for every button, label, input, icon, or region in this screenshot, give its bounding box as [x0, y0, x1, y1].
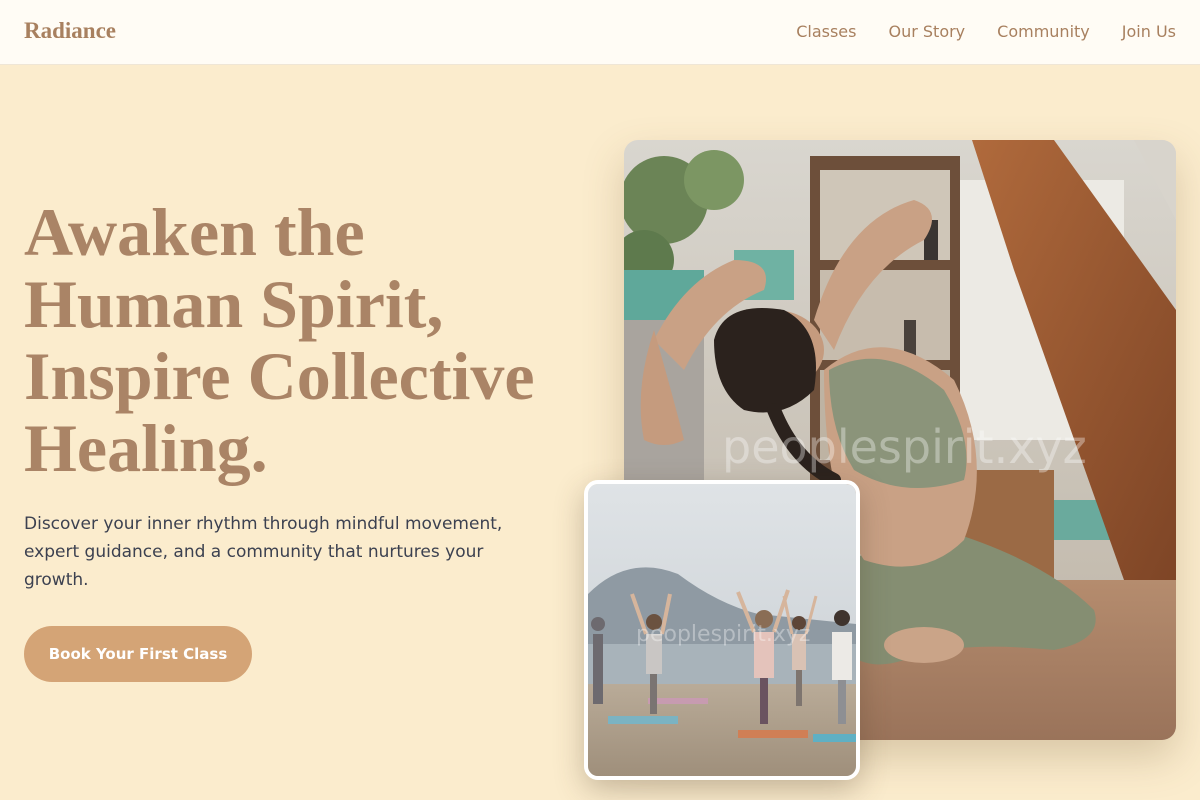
hero-title-line: Awaken the: [24, 194, 365, 270]
brand-logo[interactable]: Radiance: [24, 18, 116, 44]
hero-description: Discover your inner rhythm through mindf…: [24, 514, 503, 590]
nav-link-community[interactable]: Community: [997, 22, 1090, 41]
hero-photo-beach-group: peoplespirit.xyz: [584, 480, 860, 780]
beach-group-yoga-image: [588, 484, 856, 776]
hero-title-line: Human Spirit,: [24, 266, 444, 342]
nav-link-classes[interactable]: Classes: [796, 22, 856, 41]
nav-link-join-us[interactable]: Join Us: [1122, 22, 1176, 41]
nav-link-our-story[interactable]: Our Story: [888, 22, 965, 41]
main-nav: Classes Our Story Community Join Us: [796, 22, 1176, 41]
hero-title-line: Healing.: [24, 410, 268, 486]
hero-title-line: Inspire Collective: [24, 338, 535, 414]
top-navbar: Radiance Classes Our Story Community Joi…: [0, 0, 1200, 65]
book-first-class-button[interactable]: Book Your First Class: [24, 626, 252, 682]
hero-title: Awaken the Human Spirit, Inspire Collect…: [24, 196, 584, 484]
